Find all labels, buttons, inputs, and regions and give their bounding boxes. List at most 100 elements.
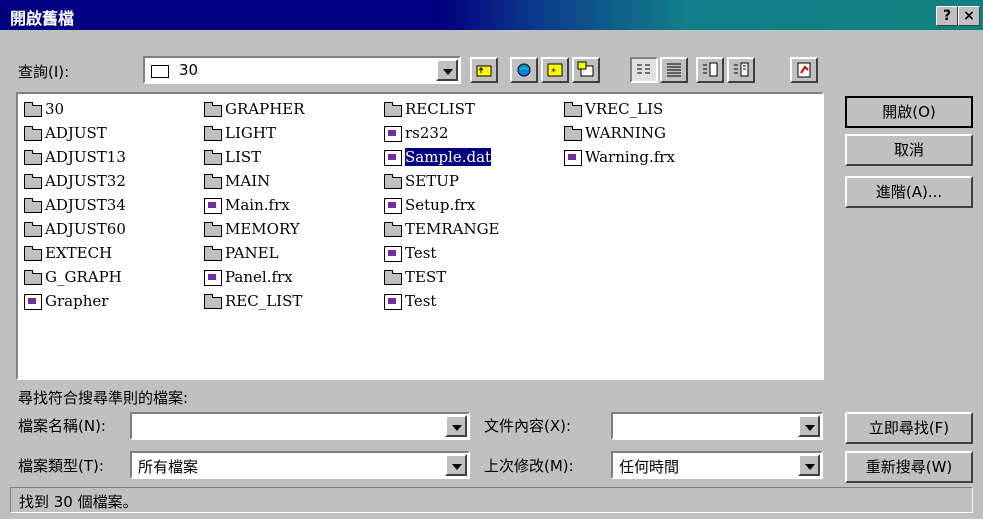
filetype-dropdown-button[interactable]: [445, 454, 467, 476]
folder-icon: [204, 294, 222, 309]
file-list-item[interactable]: Test: [384, 242, 436, 264]
file-list-item[interactable]: TEST: [384, 266, 446, 288]
content-dropdown-button[interactable]: [798, 415, 820, 437]
file-list-item[interactable]: MAIN: [204, 170, 270, 192]
preview-view-icon[interactable]: [727, 57, 755, 83]
file-icon: [384, 126, 402, 142]
folder-icon: [24, 270, 42, 285]
file-list-item[interactable]: REC_LIST: [204, 290, 302, 312]
file-list-item[interactable]: VREC_LIS: [564, 98, 663, 120]
folder-icon: [204, 222, 222, 237]
internet-icon[interactable]: [510, 57, 538, 83]
file-list-item[interactable]: GRAPHER: [204, 98, 305, 120]
filename-combo[interactable]: [130, 412, 470, 440]
file-icon: [204, 198, 222, 214]
folder-icon: [204, 150, 222, 165]
title-bar[interactable]: [0, 0, 983, 30]
open-button[interactable]: 開啟(O): [845, 96, 973, 128]
file-name: Main.frx: [225, 196, 290, 214]
file-name: rs232: [405, 124, 449, 142]
file-name: MAIN: [225, 172, 271, 190]
folder-icon: [24, 150, 42, 165]
details-view-icon[interactable]: [660, 57, 688, 83]
file-list-item[interactable]: PANEL: [204, 242, 279, 264]
file-list-item[interactable]: rs232: [384, 122, 449, 144]
help-button[interactable]: ?: [936, 6, 958, 26]
file-list-item[interactable]: Grapher: [24, 290, 108, 312]
filetype-label: 檔案類型(T):: [18, 457, 104, 475]
file-list-item[interactable]: TEMRANGE: [384, 218, 500, 240]
file-name: G_GRAPH: [45, 268, 122, 286]
window-title: 開啟舊檔: [10, 9, 75, 28]
modified-label: 上次修改(M):: [484, 457, 574, 475]
file-icon: [384, 150, 402, 166]
content-combo[interactable]: [611, 412, 823, 440]
filetype-combo[interactable]: 所有檔案: [130, 451, 470, 479]
folder-icon: [204, 126, 222, 141]
close-button[interactable]: ×: [958, 6, 980, 26]
file-name: VREC_LIS: [585, 100, 664, 118]
file-list-item[interactable]: LIST: [204, 146, 261, 168]
file-list-item[interactable]: G_GRAPH: [24, 266, 122, 288]
lookin-combo[interactable]: 30: [143, 56, 461, 84]
lookin-label: 查詢(I):: [18, 63, 70, 81]
new-search-button[interactable]: 重新搜尋(W): [845, 451, 973, 483]
file-list-item[interactable]: Panel.frx: [204, 266, 293, 288]
file-list-item[interactable]: RECLIST: [384, 98, 475, 120]
file-name: ADJUST60: [45, 220, 126, 238]
file-icon: [564, 150, 582, 166]
up-folder-icon[interactable]: [470, 57, 498, 83]
advanced-button[interactable]: 進階(A)...: [845, 176, 973, 208]
add-favorite-icon[interactable]: [572, 57, 600, 83]
file-list-item[interactable]: Warning.frx: [564, 146, 675, 168]
file-list-item[interactable]: ADJUST13: [24, 146, 126, 168]
favorites-icon[interactable]: *: [541, 57, 569, 83]
file-list-item[interactable]: ADJUST60: [24, 218, 126, 240]
cancel-button[interactable]: 取消: [845, 134, 973, 166]
file-list-item[interactable]: MEMORY: [204, 218, 300, 240]
lookin-dropdown-button[interactable]: [436, 59, 458, 81]
file-list-item[interactable]: Main.frx: [204, 194, 290, 216]
file-list[interactable]: 30 ADJUST ADJUST13 ADJUST32 ADJUST34 ADJUST60…: [16, 92, 824, 380]
file-name: GRAPHER: [225, 100, 305, 118]
file-list-item[interactable]: Setup.frx: [384, 194, 475, 216]
file-list-item[interactable]: ADJUST32: [24, 170, 126, 192]
file-icon: [204, 270, 222, 286]
file-name: RECLIST: [405, 100, 475, 118]
file-name: ADJUST34: [45, 196, 126, 214]
file-list-item[interactable]: EXTECH: [24, 242, 112, 264]
file-name: WARNING: [585, 124, 666, 142]
list-view-icon[interactable]: [630, 57, 658, 83]
folder-icon: [24, 222, 42, 237]
file-list-item[interactable]: ADJUST34: [24, 194, 126, 216]
filename-label: 檔案名稱(N):: [18, 417, 106, 435]
file-list-item[interactable]: LIGHT: [204, 122, 276, 144]
content-label: 文件內容(X):: [484, 417, 572, 435]
file-name: TEST: [405, 268, 447, 286]
file-list-item[interactable]: WARNING: [564, 122, 666, 144]
file-name: ADJUST13: [45, 148, 126, 166]
commands-icon[interactable]: [790, 57, 818, 83]
file-name: Sample.dat: [403, 147, 493, 167]
folder-icon: [564, 102, 582, 117]
properties-view-icon[interactable]: [696, 57, 724, 83]
modified-combo[interactable]: 任何時間: [611, 451, 823, 479]
file-list-item[interactable]: 30: [24, 98, 64, 120]
filename-dropdown-button[interactable]: [445, 415, 467, 437]
file-name: Test: [405, 244, 437, 262]
file-list-item[interactable]: SETUP: [384, 170, 459, 192]
status-text: 找到 30 個檔案。: [19, 493, 138, 511]
file-list-item[interactable]: Test: [384, 290, 436, 312]
modified-dropdown-button[interactable]: [798, 454, 820, 476]
find-now-button[interactable]: 立即尋找(F): [845, 412, 973, 444]
file-list-item[interactable]: ADJUST: [24, 122, 107, 144]
file-name: Setup.frx: [405, 196, 476, 214]
folder-icon: [384, 270, 402, 285]
folder-icon: [151, 65, 169, 78]
filetype-value: 所有檔案: [138, 458, 199, 476]
file-list-item[interactable]: Sample.dat: [384, 146, 493, 168]
file-name: Grapher: [45, 292, 109, 310]
file-name: ADJUST32: [45, 172, 126, 190]
file-icon: [24, 294, 42, 310]
folder-icon: [204, 174, 222, 189]
